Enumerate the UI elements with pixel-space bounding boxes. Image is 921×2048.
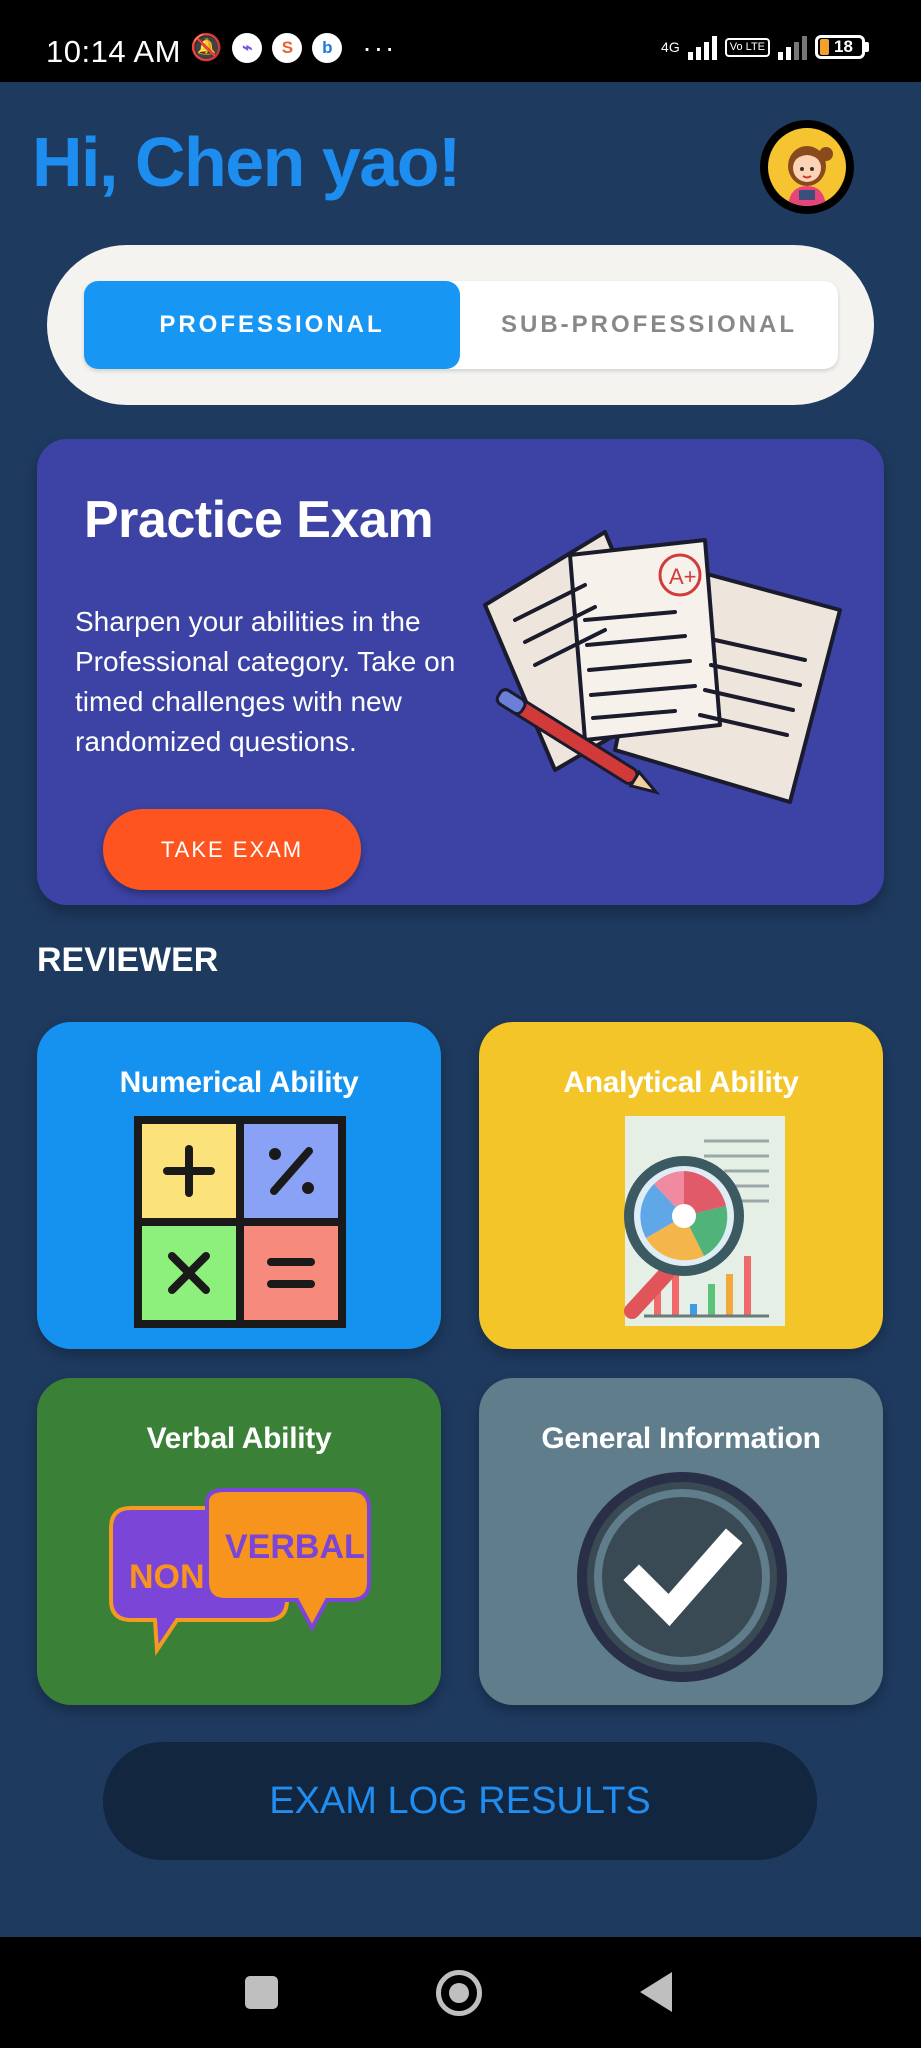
practice-exam-title: Practice Exam [84,491,434,549]
paper-grade: A+ [669,564,697,589]
math-operators-icon [134,1116,346,1328]
numerical-ability-card[interactable]: Numerical Ability [37,1022,441,1349]
messenger-icon: ⌁ [232,32,263,63]
back-icon[interactable] [640,1972,672,2012]
reviewer-section-title: REVIEWER [37,941,219,979]
bubble-text-non: NON [129,1558,205,1596]
signal-icon-2 [778,34,807,60]
analytical-ability-card[interactable]: Analytical Ability [479,1022,883,1349]
general-information-title: General Information [541,1422,821,1455]
system-icons: 4G Vo LTE 18 [661,34,869,60]
numerical-ability-title: Numerical Ability [119,1066,359,1099]
speech-bubbles-icon: NON VERBAL [109,1488,371,1657]
verbal-ability-card[interactable]: Verbal Ability NON VERBAL [37,1378,441,1705]
status-bar: 10:14 AM 🔕 ⌁ S b ··· 4G Vo LTE 18 [0,0,921,82]
battery-icon: 18 [815,35,869,59]
home-icon-dot [449,1983,469,2003]
signal-icon [687,34,717,60]
shopee-icon: S [272,32,303,63]
magnifier-chart-icon [624,1116,785,1326]
verbal-ability-title: Verbal Ability [146,1422,332,1455]
tab-sub-professional[interactable]: SUB-PROFESSIONAL [460,281,838,369]
network-type: 4G [661,39,680,55]
general-information-card[interactable]: General Information [479,1378,883,1705]
recent-apps-icon[interactable] [245,1976,278,2009]
analytical-ability-title: Analytical Ability [563,1066,799,1099]
status-time: 10:14 AM [46,34,181,69]
greeting-title: Hi, Chen yao! [32,123,461,201]
notification-icons: 🔕 ⌁ S b ··· [190,32,396,63]
bubble-text-verbal: VERBAL [225,1528,365,1566]
tab-professional[interactable]: PROFESSIONAL [84,281,460,369]
exam-log-results-button[interactable]: EXAM LOG RESULTS [103,1742,817,1860]
more-notifications-icon: ··· [362,31,397,63]
take-exam-button[interactable]: TAKE EXAM [103,809,361,890]
mute-icon: 🔕 [190,32,223,62]
battery-level: 18 [834,37,853,56]
bing-icon: b [312,32,343,63]
avatar-girl-icon [768,128,846,206]
checkmark-circle-icon [577,1472,787,1682]
volte-icon: Vo LTE [724,37,770,57]
exam-papers-icon: A+ [483,530,842,804]
category-toggle: PROFESSIONAL SUB-PROFESSIONAL [84,281,838,369]
avatar[interactable] [760,120,854,214]
practice-exam-description: Sharpen your abilities in the Profession… [75,606,456,757]
